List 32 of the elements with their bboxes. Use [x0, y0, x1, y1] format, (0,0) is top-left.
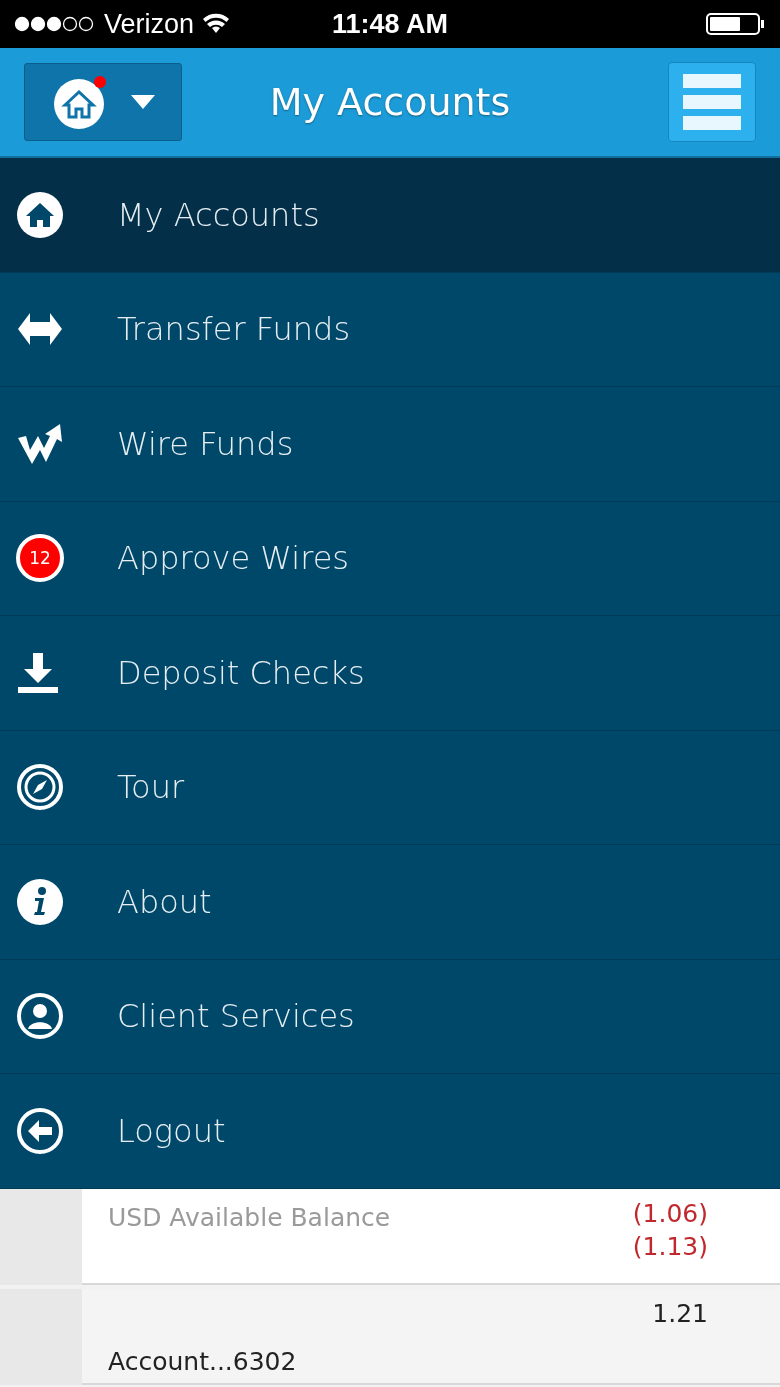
menu-item[interactable]: Deposit Checks	[0, 616, 780, 731]
signal-icon	[14, 16, 96, 32]
compass-icon	[16, 763, 64, 812]
amount-value: 1.21	[652, 1298, 708, 1328]
user-icon	[16, 992, 64, 1041]
carrier-name: Verizon	[104, 8, 195, 40]
account-label: USD Available Balance	[108, 1202, 391, 1232]
amount-value: (1.06)	[632, 1198, 708, 1228]
menu-icon	[683, 73, 741, 131]
account-card[interactable]: USD Available Balance (1.06) (1.13)	[82, 1188, 780, 1285]
account-label: Account...6302	[108, 1346, 297, 1376]
zigzag-arrow-icon	[16, 421, 64, 466]
battery-icon	[706, 12, 766, 36]
menu-item[interactable]: Client Services	[0, 959, 780, 1074]
clock-time: 11:48 AM	[331, 8, 449, 40]
home-icon	[16, 190, 64, 239]
home-dropdown-button[interactable]	[24, 63, 182, 141]
wifi-icon	[202, 13, 231, 35]
menu-item[interactable]: Logout	[0, 1074, 780, 1189]
count-badge: 12	[16, 534, 64, 583]
menu-item[interactable]: Tour	[0, 730, 780, 845]
caret-icon	[131, 95, 155, 109]
menu-item[interactable]: My Accounts	[0, 158, 780, 273]
menu-item[interactable]: Wire Funds	[0, 387, 780, 502]
amount-value: (1.13)	[632, 1231, 708, 1261]
download-icon	[16, 650, 60, 695]
page-title: My Accounts	[269, 80, 511, 124]
menu-button[interactable]	[668, 62, 756, 142]
info-icon	[16, 877, 64, 926]
menu-item[interactable]: Transfer Funds	[0, 272, 780, 387]
menu-item[interactable]: 12 Approve Wires	[0, 501, 780, 616]
menu-item[interactable]: About	[0, 845, 780, 960]
